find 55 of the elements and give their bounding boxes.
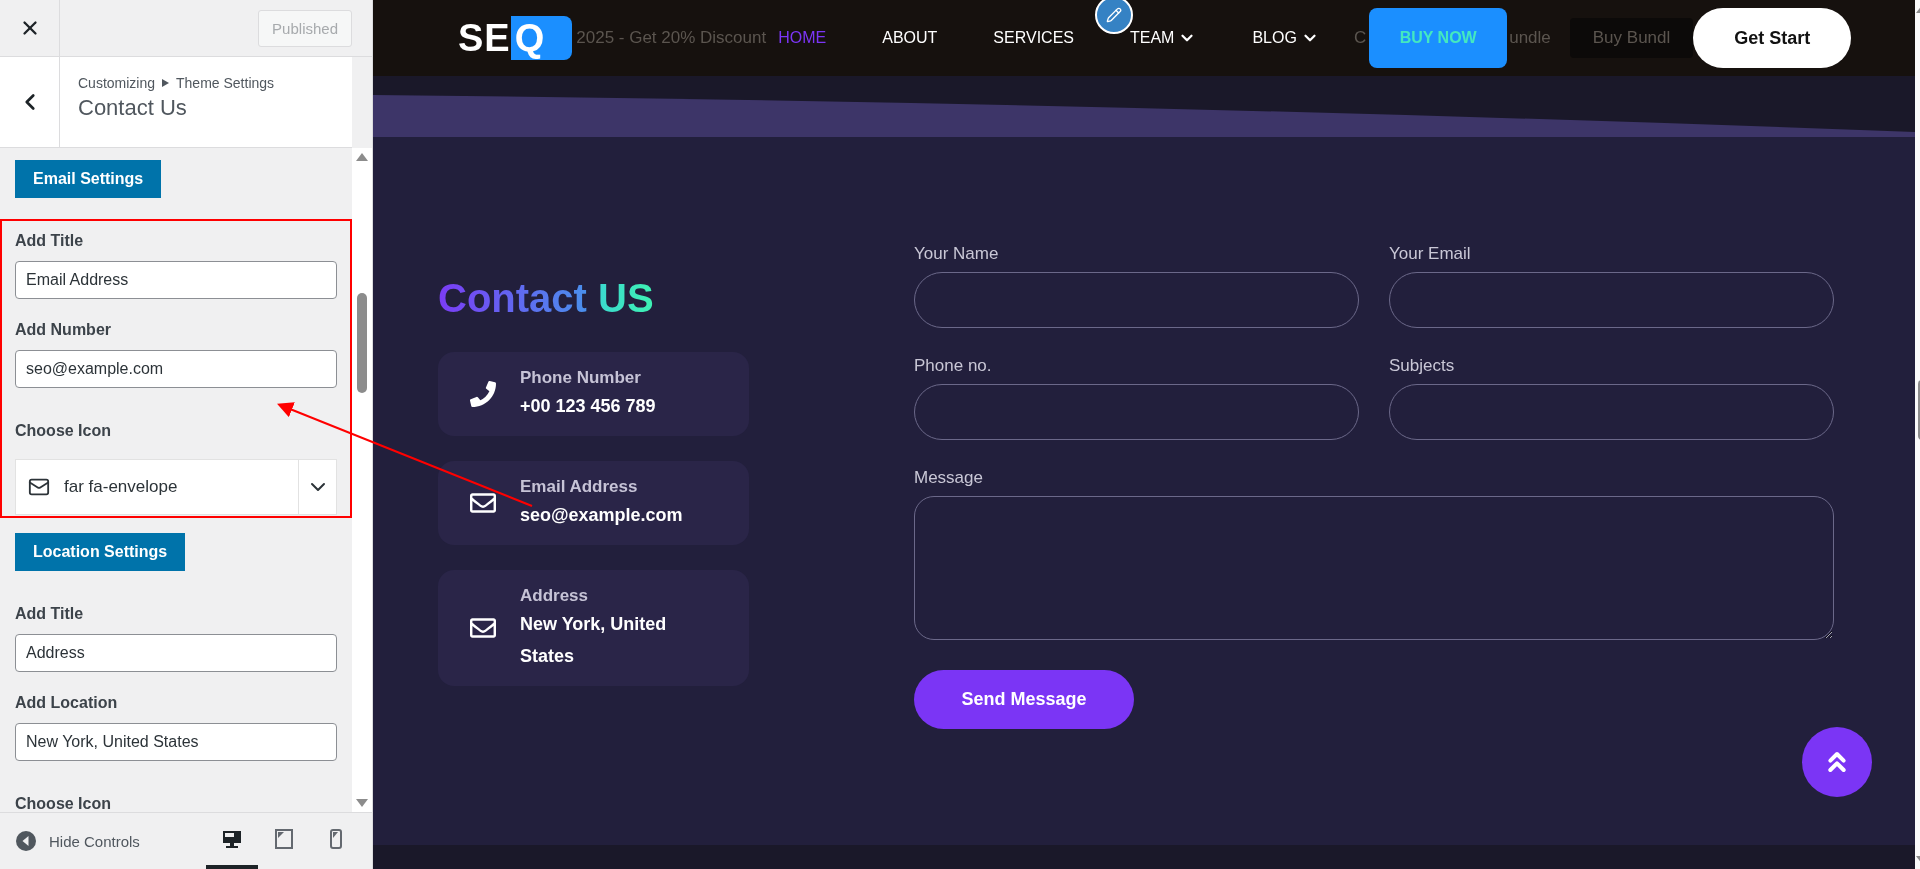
hide-controls-button[interactable]: Hide Controls bbox=[16, 831, 140, 851]
text-field[interactable]: Email Address bbox=[15, 261, 337, 299]
card-label: Phone Number bbox=[520, 367, 642, 389]
send-message-button[interactable]: Send Message bbox=[914, 670, 1134, 729]
input-field[interactable] bbox=[1389, 384, 1834, 440]
envelope-icon bbox=[28, 476, 50, 498]
banner-text: C bbox=[1353, 28, 1367, 48]
text-field[interactable]: New York, United States bbox=[15, 723, 337, 761]
field-label: Choose Icon bbox=[15, 421, 112, 441]
section-button[interactable]: Email Settings bbox=[15, 160, 162, 198]
banner-text: 2025 - Get 20% Discount bbox=[576, 28, 767, 48]
card-value: New York, United States bbox=[520, 613, 668, 668]
form-label: Your Name bbox=[914, 244, 1000, 264]
scroll-up-icon[interactable] bbox=[355, 152, 369, 162]
field-label: Add Location bbox=[15, 693, 119, 713]
section-button[interactable]: Location Settings bbox=[15, 533, 186, 571]
card-label: Email Address bbox=[520, 476, 639, 498]
get-start-button[interactable]: Get Start bbox=[1693, 8, 1852, 68]
input-field[interactable] bbox=[1389, 272, 1834, 328]
phone-icon bbox=[470, 381, 496, 407]
tablet-icon bbox=[275, 829, 293, 849]
card-label: Address bbox=[520, 585, 590, 607]
collapse-icon bbox=[16, 831, 36, 851]
field-label: Add Number bbox=[15, 320, 112, 340]
nav-link[interactable]: SERVICES bbox=[993, 29, 1074, 47]
field-label: Add Title bbox=[15, 231, 85, 251]
form-label: Message bbox=[914, 468, 984, 488]
nav-link[interactable]: TEAM bbox=[1129, 29, 1197, 47]
envelope-icon bbox=[470, 615, 496, 641]
field-label: Choose Icon bbox=[15, 794, 112, 812]
input-field[interactable] bbox=[914, 272, 1359, 328]
envelope-icon bbox=[470, 490, 496, 516]
text-field[interactable]: seo@example.com bbox=[15, 350, 337, 388]
message-field[interactable] bbox=[914, 496, 1834, 640]
field-label: Add Title bbox=[15, 604, 85, 624]
nav-link[interactable]: ABOUT bbox=[882, 29, 938, 47]
nav-link[interactable]: BLOG bbox=[1252, 29, 1319, 47]
form-label: Your Email bbox=[1389, 244, 1472, 264]
form-label: Phone no. bbox=[914, 356, 993, 376]
desktop-icon bbox=[222, 829, 242, 849]
scroll-down-icon[interactable] bbox=[355, 798, 369, 808]
icon-select[interactable]: far fa-envelope bbox=[15, 459, 337, 515]
banner-text: undle bbox=[1509, 28, 1551, 48]
pencil-icon bbox=[1106, 7, 1122, 23]
phone-icon bbox=[330, 829, 342, 849]
panel-title: Contact Us bbox=[78, 95, 188, 121]
breadcrumb-arrow-icon bbox=[162, 79, 170, 87]
card-value: +00 123 456 789 bbox=[520, 395, 656, 418]
text-field[interactable]: Address bbox=[15, 634, 337, 672]
input-field[interactable] bbox=[914, 384, 1359, 440]
card-value: seo@example.com bbox=[520, 504, 683, 527]
scrollbar-thumb[interactable] bbox=[357, 293, 367, 393]
breadcrumb-item: Customizing bbox=[78, 75, 156, 91]
breadcrumb-item: Theme Settings bbox=[176, 75, 275, 91]
form-label: Subjects bbox=[1389, 356, 1456, 376]
